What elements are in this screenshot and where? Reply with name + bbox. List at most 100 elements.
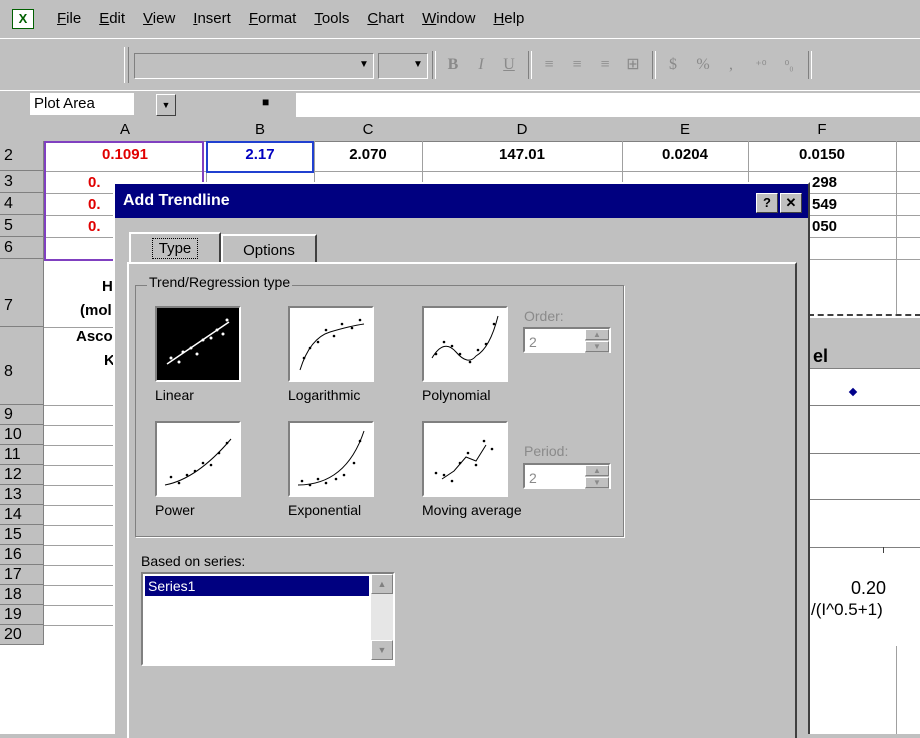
spin-up-icon[interactable]: ▲ <box>585 329 609 340</box>
align-right-icon[interactable]: ≡ <box>592 53 618 77</box>
cell-e2[interactable]: 0.0204 <box>622 146 748 163</box>
moving-average-type-label[interactable]: Moving average <box>422 502 522 518</box>
column-header-c[interactable]: C <box>314 118 423 142</box>
linear-type-label[interactable]: Linear <box>155 387 194 403</box>
align-center-icon[interactable]: ≡ <box>564 53 590 77</box>
row-header-16[interactable]: 16 <box>0 545 44 565</box>
comma-button[interactable]: , <box>718 53 744 77</box>
tab-options[interactable]: Options <box>221 234 317 264</box>
chevron-down-icon[interactable]: ▼ <box>156 94 176 116</box>
row-header-20[interactable]: 20 <box>0 625 44 645</box>
tab-type[interactable]: Type <box>129 232 221 264</box>
cell-a5[interactable]: 0. <box>88 218 101 235</box>
excel-app-icon[interactable]: X <box>12 9 34 29</box>
select-all-corner[interactable] <box>0 118 45 142</box>
row-header-13[interactable]: 13 <box>0 485 44 505</box>
series-listbox-scrollbar[interactable]: ▲ ▼ <box>371 574 393 660</box>
formula-input[interactable] <box>296 93 920 117</box>
column-header-d[interactable]: D <box>422 118 623 142</box>
embedded-chart-area[interactable]: el 0.20 /(I^0.5+1) <box>808 314 920 646</box>
dialog-titlebar[interactable]: Add Trendline ? ✕ <box>115 184 808 218</box>
column-header-a[interactable]: A <box>44 118 207 142</box>
spin-up-icon[interactable]: ▲ <box>585 465 609 476</box>
column-header-b[interactable]: B <box>206 118 315 142</box>
cell-c2[interactable]: 2.070 <box>314 146 422 163</box>
currency-icon[interactable]: $ <box>660 53 686 77</box>
row-header-19[interactable]: 19 <box>0 605 44 625</box>
row-header-2[interactable]: 2 <box>0 141 44 171</box>
row-header-11[interactable]: 11 <box>0 445 44 465</box>
menu-window[interactable]: Window <box>413 10 484 27</box>
cell-f2[interactable]: 0.0150 <box>748 146 896 163</box>
row-header-17[interactable]: 17 <box>0 565 44 585</box>
chevron-down-icon[interactable]: ▼ <box>409 54 427 76</box>
menu-edit[interactable]: Edit <box>90 10 134 27</box>
row-header-10[interactable]: 10 <box>0 425 44 445</box>
exponential-type-label[interactable]: Exponential <box>288 502 361 518</box>
font-size-combo[interactable]: ▼ <box>378 53 428 79</box>
period-spinner[interactable]: 2 ▲ ▼ <box>523 463 611 489</box>
row-header-6[interactable]: 6 <box>0 237 44 259</box>
italic-button[interactable]: I <box>468 53 494 77</box>
row-header-5[interactable]: 5 <box>0 215 44 237</box>
scroll-down-icon[interactable]: ▼ <box>371 640 393 660</box>
moving-average-type-option[interactable] <box>422 421 508 497</box>
row-header-18[interactable]: 18 <box>0 585 44 605</box>
logarithmic-type-option[interactable] <box>288 306 374 382</box>
increase-decimal-icon[interactable]: ⁺⁰ <box>748 53 774 77</box>
decrease-decimal-icon[interactable]: ⁰₀ <box>776 53 802 77</box>
linear-type-option[interactable] <box>155 306 241 382</box>
series-list-item[interactable]: Series1 <box>145 576 369 596</box>
spin-down-icon[interactable]: ▼ <box>585 477 609 488</box>
menu-format[interactable]: Format <box>240 10 306 27</box>
power-type-option[interactable] <box>155 421 241 497</box>
menu-chart[interactable]: Chart <box>358 10 413 27</box>
series-listbox[interactable]: Series1 ▲ ▼ <box>141 572 395 666</box>
polynomial-type-option[interactable] <box>422 306 508 382</box>
row-header-8[interactable]: 8 <box>0 327 44 405</box>
add-trendline-dialog[interactable]: Add Trendline ? ✕ Type Options Trend/Reg… <box>113 182 810 738</box>
order-spinner[interactable]: 2 ▲ ▼ <box>523 327 611 353</box>
toolbar-grip[interactable] <box>124 47 129 83</box>
cell-a7-line2[interactable]: (mol <box>80 302 112 319</box>
row-header-15[interactable]: 15 <box>0 525 44 545</box>
chevron-down-icon[interactable]: ▼ <box>355 54 373 76</box>
font-name-combo[interactable]: ▼ <box>134 53 374 79</box>
cell-a2[interactable]: 0.1091 <box>44 146 206 163</box>
chart-plot-area[interactable] <box>809 368 920 553</box>
close-button[interactable]: ✕ <box>780 193 802 213</box>
help-button[interactable]: ? <box>756 193 778 213</box>
cell-b2[interactable]: 2.17 <box>206 146 314 163</box>
menu-file[interactable]: File <box>48 10 90 27</box>
polynomial-type-label[interactable]: Polynomial <box>422 387 490 403</box>
name-box[interactable]: Plot Area <box>30 93 134 115</box>
menu-insert[interactable]: Insert <box>184 10 240 27</box>
cell-a7-line1[interactable]: H <box>102 278 113 295</box>
row-header-12[interactable]: 12 <box>0 465 44 485</box>
menu-view[interactable]: View <box>134 10 184 27</box>
column-header-g[interactable] <box>896 118 920 142</box>
exponential-type-option[interactable] <box>288 421 374 497</box>
column-header-e[interactable]: E <box>622 118 749 142</box>
menu-help[interactable]: Help <box>484 10 533 27</box>
cell-a3[interactable]: 0. <box>88 174 101 191</box>
cell-f5[interactable]: 050 <box>812 218 837 235</box>
percent-button[interactable]: % <box>690 53 716 77</box>
power-type-label[interactable]: Power <box>155 502 195 518</box>
column-header-f[interactable]: F <box>748 118 897 142</box>
logarithmic-type-label[interactable]: Logarithmic <box>288 387 360 403</box>
menu-tools[interactable]: Tools <box>305 10 358 27</box>
row-header-4[interactable]: 4 <box>0 193 44 215</box>
row-header-9[interactable]: 9 <box>0 405 44 425</box>
row-header-14[interactable]: 14 <box>0 505 44 525</box>
cell-f4[interactable]: 549 <box>812 196 837 213</box>
cell-d2[interactable]: 147.01 <box>422 146 622 163</box>
underline-button[interactable]: U <box>496 53 522 77</box>
align-left-icon[interactable]: ≡ <box>536 53 562 77</box>
bold-button[interactable]: B <box>440 53 466 77</box>
cell-a4[interactable]: 0. <box>88 196 101 213</box>
spin-down-icon[interactable]: ▼ <box>585 341 609 352</box>
row-header-7[interactable]: 7 <box>0 259 44 327</box>
merge-center-icon[interactable]: ⊞ <box>620 53 646 77</box>
cell-f3[interactable]: 298 <box>812 174 837 191</box>
